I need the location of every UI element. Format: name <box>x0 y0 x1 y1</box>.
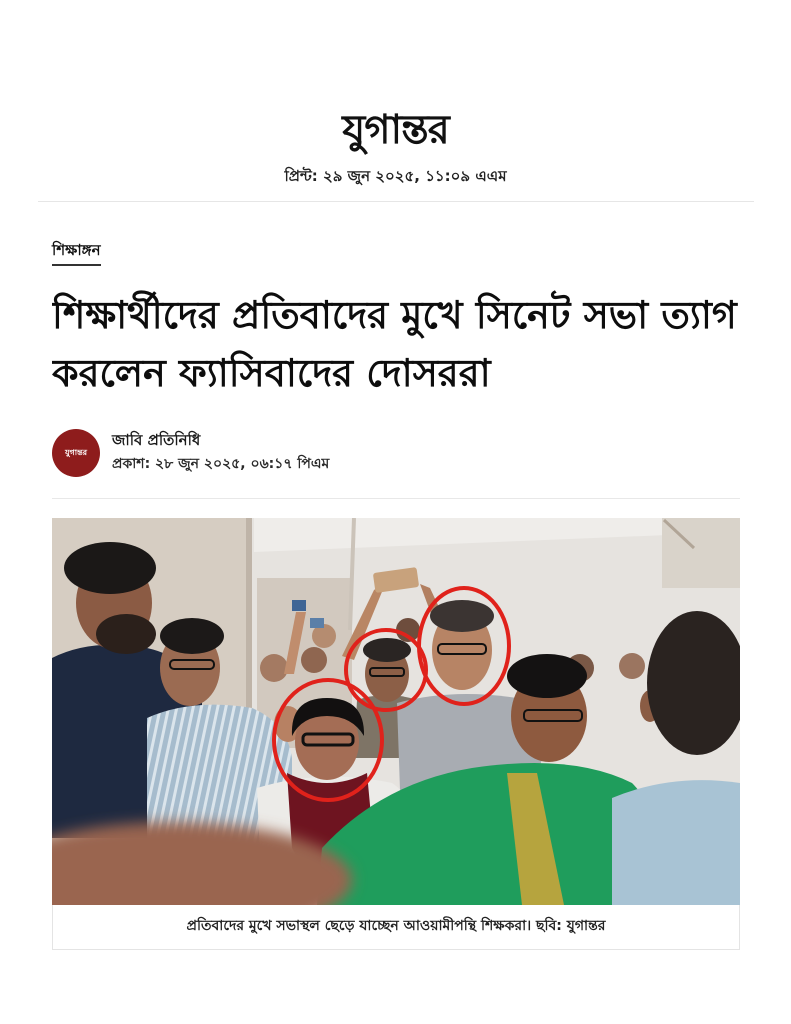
photo-person-green-hair <box>507 654 587 698</box>
byline: যুগান্তর জাবি প্রতিনিধি প্রকাশ: ২৮ জুন ২… <box>52 429 740 477</box>
avatar-logo: যুগান্তর <box>64 447 88 457</box>
article: শিক্ষাঙ্গন শিক্ষার্থীদের প্রতিবাদের মুখে… <box>52 202 740 950</box>
photo-crowd-head <box>260 654 288 682</box>
photo-person-small-hair <box>363 638 411 662</box>
published-timestamp: প্রকাশ: ২৮ জুন ২০২৫, ০৬:১৭ পিএম <box>112 456 330 472</box>
category-link[interactable]: শিক্ষাঙ্গন <box>52 240 101 266</box>
photo-person-left-beard <box>96 614 156 654</box>
photo-person-center-hair <box>430 600 494 632</box>
photo-person-left-hair <box>64 542 156 594</box>
byline-divider <box>52 498 740 499</box>
article-photo <box>52 518 740 905</box>
author-avatar: যুগান্তর <box>52 429 100 477</box>
article-figure: প্রতিবাদের মুখে সভাস্থল ছেড়ে যাচ্ছেন আও… <box>52 518 740 950</box>
photo-phone-small <box>292 600 306 611</box>
photo-person-right-body <box>612 780 740 905</box>
print-timestamp: প্রিন্ট: ২৯ জুন ২০২৫, ১১:০৯ এএম <box>284 167 507 185</box>
photo-phone-small <box>310 618 324 628</box>
photo-caption: প্রতিবাদের মুখে সভাস্থল ছেড়ে যাচ্ছেন আও… <box>52 905 740 950</box>
print-page: যুগান্তর প্রিন্ট: ২৯ জুন ২০২৫, ১১:০৯ এএম… <box>0 0 791 1024</box>
byline-text: জাবি প্রতিনিধি প্রকাশ: ২৮ জুন ২০২৫, ০৬:১… <box>112 429 329 475</box>
photo-crowd-head <box>619 653 645 679</box>
article-headline: শিক্ষার্থীদের প্রতিবাদের মুখে সিনেট সভা … <box>52 293 737 395</box>
photo-person-striped-hair <box>160 618 224 654</box>
masthead: যুগান্তর প্রিন্ট: ২৯ জুন ২০২৫, ১১:০৯ এএম <box>0 0 791 186</box>
author-name[interactable]: জাবি প্রতিনিধি <box>112 429 329 453</box>
photo-crowd-head <box>301 647 327 673</box>
site-logo[interactable]: যুগান্তর <box>0 108 791 152</box>
